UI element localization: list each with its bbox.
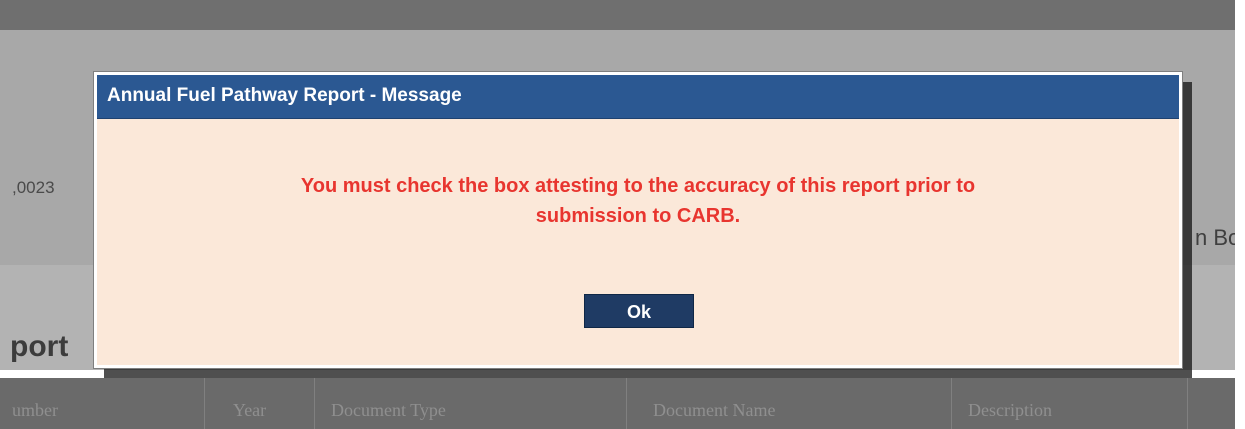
dialog-title: Annual Fuel Pathway Report - Message <box>107 85 462 106</box>
page: ,0023 n Bo port umber Year Document Type… <box>0 0 1245 429</box>
column-header-number: umber <box>0 378 205 429</box>
ok-button[interactable]: Ok <box>584 294 694 328</box>
column-header-year: Year <box>205 378 315 429</box>
dialog-message-line-2: submission to CARB. <box>535 205 741 227</box>
column-header-description: Description <box>952 378 1188 429</box>
column-header-document-name: Document Name <box>627 378 952 429</box>
dialog-message: You must check the box attesting to the … <box>127 171 1149 231</box>
documents-table-header: umber Year Document Type Document Name D… <box>0 378 1235 429</box>
background-document-number: ,0023 <box>12 178 55 197</box>
dialog-message-line-1: You must check the box attesting to the … <box>300 175 976 197</box>
background-right-text: n Bo <box>1195 225 1241 250</box>
dialog-title-bar[interactable]: Annual Fuel Pathway Report - Message <box>97 75 1179 119</box>
top-band <box>0 0 1235 30</box>
page-right-edge <box>1235 0 1245 429</box>
message-dialog: Annual Fuel Pathway Report - Message You… <box>93 71 1183 369</box>
background-section-heading: port <box>10 330 69 363</box>
column-header-document-type: Document Type <box>315 378 627 429</box>
